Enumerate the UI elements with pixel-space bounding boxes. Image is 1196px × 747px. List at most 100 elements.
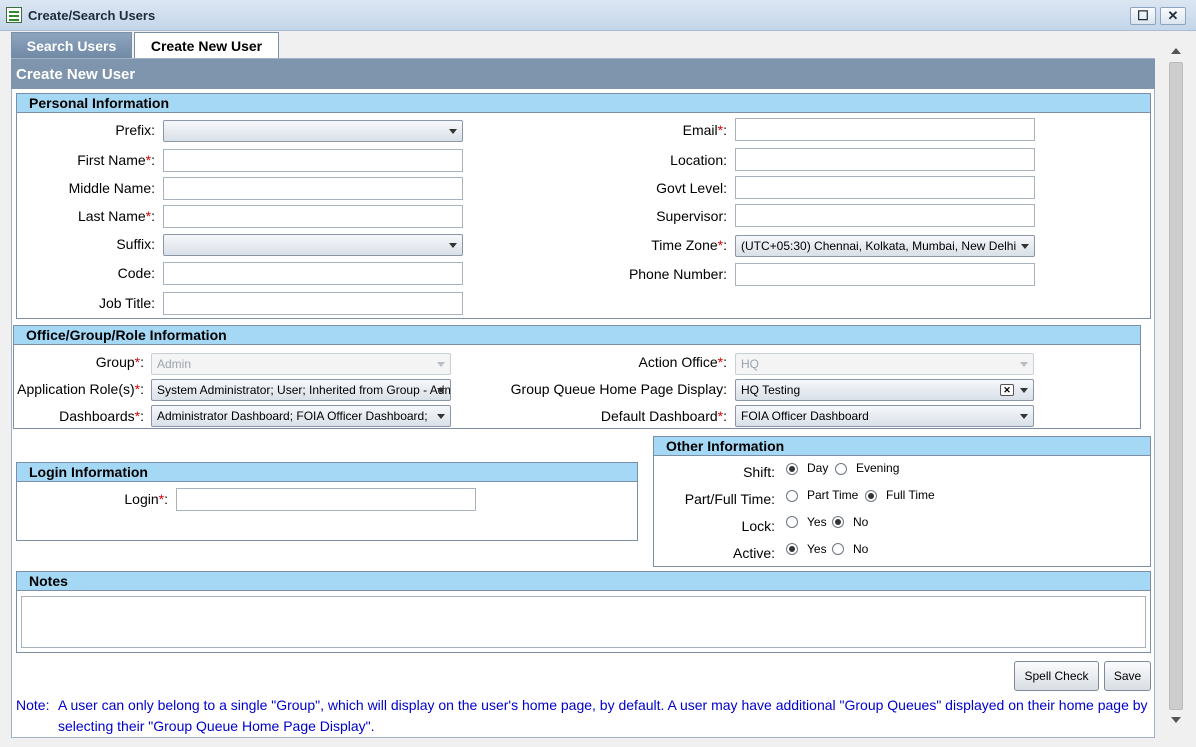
application-roles-select[interactable]: System Administrator; User; Inherited fr… [151,379,451,401]
scrollbar-thumb[interactable] [1169,62,1183,710]
window-title: Create/Search Users [28,8,156,23]
dashboards-label: Dashboards*: [59,408,144,424]
active-no-radio[interactable] [832,543,844,555]
note-line-1: A user can only belong to a single "Grou… [58,697,1148,713]
default-dashboard-select[interactable]: FOIA Officer Dashboard [735,405,1034,427]
application-roles-label: Application Role(s)*: [17,381,144,397]
supervisor-label: Supervisor: [656,208,727,224]
group-value: Admin [157,357,192,371]
page-title: Create New User [16,66,136,83]
lock-no-label: No [853,515,869,529]
shift-evening-label: Evening [856,461,900,475]
action-office-value: HQ [741,357,759,371]
part-time-label: Part Time [807,488,859,502]
chevron-down-icon [1021,244,1029,249]
suffix-select[interactable] [163,234,463,256]
shift-evening-radio[interactable] [835,463,847,475]
personal-info-header: Personal Information [17,94,1150,113]
save-button[interactable]: Save [1104,661,1151,691]
suffix-label: Suffix: [116,236,155,252]
tab-create-new-user[interactable]: Create New User [134,32,279,60]
group-queue-home-value: HQ Testing [741,383,801,397]
chevron-down-icon [1020,414,1028,419]
action-office-select: HQ [735,353,1034,375]
footer-note: Note: A user can only belong to a single… [16,695,1151,737]
time-zone-value: (UTC+05:30) Chennai, Kolkata, Mumbai, Ne… [741,239,1017,253]
close-button[interactable]: ✕ [1160,7,1186,25]
default-dashboard-value: FOIA Officer Dashboard [741,409,869,423]
phone-number-field[interactable] [735,263,1035,286]
prefix-select[interactable] [163,120,463,142]
govt-level-label: Govt Level: [656,180,727,196]
notes-textarea[interactable] [21,596,1146,648]
chevron-down-icon [437,414,445,419]
last-name-label: Last Name*: [77,208,155,224]
notes-header: Notes [17,572,1150,591]
email-field[interactable] [735,118,1035,141]
govt-level-field[interactable] [735,176,1035,199]
full-time-label: Full Time [886,488,935,502]
job-title-field[interactable] [163,292,463,315]
full-time-radio[interactable] [865,490,877,502]
code-label: Code: [117,265,155,281]
last-name-field[interactable] [163,205,463,228]
group-queue-home-label: Group Queue Home Page Display: [510,381,727,397]
group-label: Group*: [95,354,144,370]
tab-search-users[interactable]: Search Users [11,32,132,59]
first-name-field[interactable] [163,149,463,172]
restore-button[interactable]: ☐ [1130,7,1156,25]
part-full-time-label: Part/Full Time: [684,491,775,507]
login-field[interactable] [176,488,476,511]
location-field[interactable] [735,148,1035,171]
time-zone-select[interactable]: (UTC+05:30) Chennai, Kolkata, Mumbai, Ne… [735,235,1035,257]
code-field[interactable] [163,262,463,285]
login-info-header: Login Information [17,463,637,482]
job-title-label: Job Title: [98,295,155,311]
phone-number-label: Phone Number: [628,266,727,282]
chevron-down-icon [449,243,457,248]
lock-yes-radio[interactable] [786,516,798,528]
middle-name-field[interactable] [163,177,463,200]
chevron-down-icon [1020,362,1028,367]
active-yes-label: Yes [807,542,827,556]
shift-label: Shift: [743,464,775,480]
dashboards-select[interactable]: Administrator Dashboard; FOIA Officer Da… [151,405,451,427]
login-label: Login*: [124,491,168,507]
part-time-radio[interactable] [786,490,798,502]
page-header [11,59,1155,89]
note-prefix: Note: [16,697,50,713]
app-icon [6,7,22,23]
first-name-label: First Name*: [77,152,155,168]
location-label: Location: [670,152,727,168]
scroll-up-icon[interactable] [1171,48,1181,54]
chevron-down-icon [1020,388,1028,393]
default-dashboard-label: Default Dashboard*: [600,408,727,424]
dashboards-value: Administrator Dashboard; FOIA Officer Da… [157,409,428,423]
chevron-down-icon [437,362,445,367]
lock-yes-label: Yes [807,515,827,529]
group-queue-home-select[interactable]: HQ Testing ✕ [735,379,1034,401]
active-label: Active: [732,545,775,561]
email-label: Email*: [682,122,727,138]
shift-day-radio[interactable] [786,463,798,475]
office-group-role-header: Office/Group/Role Information [14,326,1140,345]
shift-day-label: Day [807,461,829,475]
action-office-label: Action Office*: [638,354,727,370]
supervisor-field[interactable] [735,204,1035,227]
scroll-down-icon[interactable] [1171,717,1181,723]
group-select: Admin [151,353,451,375]
active-no-label: No [853,542,869,556]
chevron-down-icon [449,129,457,134]
lock-no-radio[interactable] [832,516,844,528]
note-line-2: selecting their "Group Queue Home Page D… [58,718,375,734]
middle-name-label: Middle Name: [68,180,155,196]
application-roles-value: System Administrator; User; Inherited fr… [157,383,450,397]
clear-icon[interactable]: ✕ [1000,384,1014,396]
active-yes-radio[interactable] [786,543,798,555]
spell-check-button[interactable]: Spell Check [1014,661,1099,691]
time-zone-label: Time Zone*: [651,237,727,253]
chevron-down-icon [437,388,445,393]
window-titlebar [0,0,1196,31]
lock-label: Lock: [741,518,775,534]
prefix-label: Prefix: [115,122,155,138]
